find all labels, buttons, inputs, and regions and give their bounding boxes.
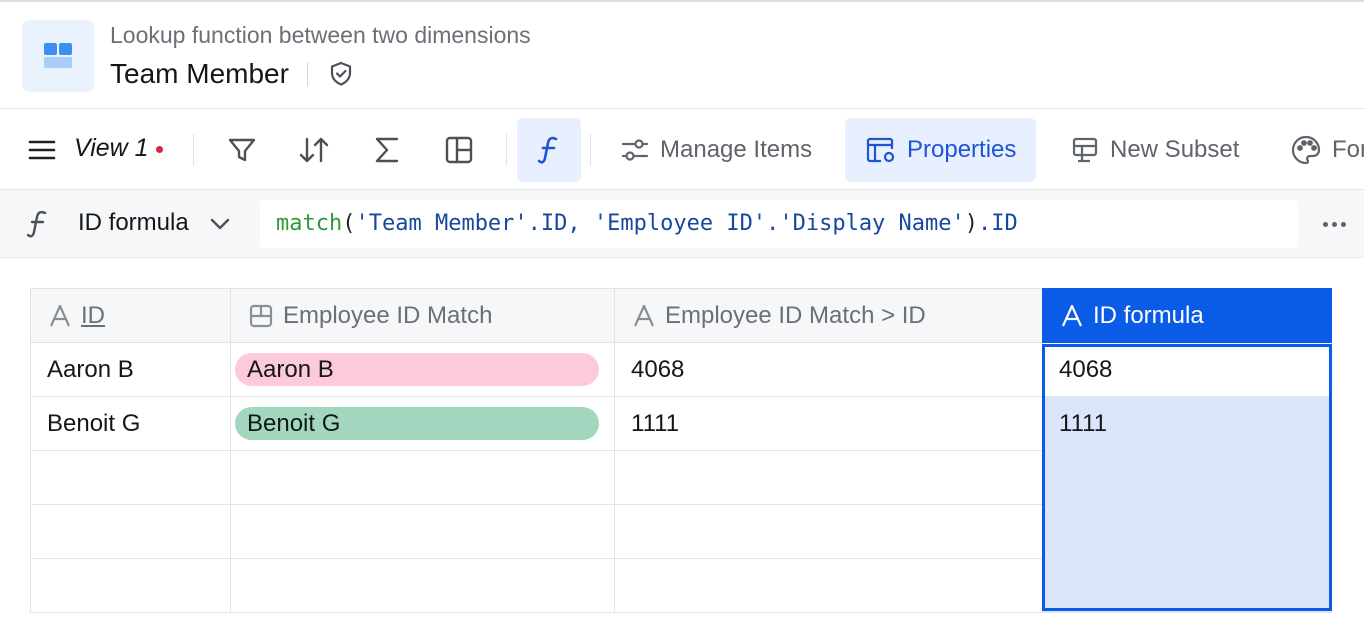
pill-text: Aaron B [247,355,334,383]
function-icon[interactable] [517,118,581,182]
table-cell[interactable] [30,505,230,559]
formula-token: 'Employee ID' [593,211,767,236]
formula-token: match [276,211,343,236]
data-grid: ID Employee ID Match Employee ID Match >… [30,288,1334,613]
table-cell[interactable] [230,559,614,613]
table-cell[interactable] [1042,559,1332,613]
filter-icon[interactable] [216,124,268,176]
table-cell[interactable] [1042,505,1332,559]
cell-text: 4068 [1059,355,1113,383]
shield-icon[interactable] [326,59,356,89]
column-header-id-formula[interactable]: ID formula [1042,288,1332,343]
table-cell[interactable]: Benoit G [30,397,230,451]
formula-token: 'Team Member' [355,211,528,236]
column-header-label: ID formula [1093,301,1204,329]
column-header-id[interactable]: ID [30,288,230,343]
cell-text: Aaron B [47,355,134,383]
table-cell[interactable] [30,559,230,613]
title-row: Team Member [110,56,356,92]
manage-items-button[interactable]: Manage Items [600,118,832,182]
view-selector[interactable]: View 1 [74,134,149,163]
table-cell[interactable] [614,559,1042,613]
formula-input[interactable]: match('Team Member'.ID, 'Employee ID'.'D… [260,200,1298,248]
column-header-label: Employee ID Match > ID [665,301,926,329]
new-subset-label: New Subset [1110,136,1240,163]
table-cell[interactable]: 4068 [614,343,1042,397]
chevron-down-icon[interactable] [208,214,232,239]
table-cell[interactable]: 1111 [1042,397,1332,451]
toolbar-divider [193,134,194,166]
dimension-icon [22,20,94,92]
column-header-employee-id-match-id[interactable]: Employee ID Match > ID [614,288,1042,343]
table-cell[interactable]: 4068 [1042,343,1332,397]
sort-icon[interactable] [288,124,340,176]
table-cell[interactable] [614,505,1042,559]
table-cell[interactable]: Benoit G [230,397,614,451]
toolbar-divider [506,134,507,166]
column-header-label: ID [81,301,105,329]
properties-button[interactable]: Properties [845,118,1037,182]
page-subtitle: Lookup function between two dimensions [110,22,531,48]
table-cell[interactable]: 1111 [614,397,1042,451]
sigma-icon[interactable] [361,124,413,176]
column-header-employee-id-match[interactable]: Employee ID Match [230,288,614,343]
formula-token: . [766,211,780,236]
item-pill: Aaron B [235,353,599,386]
table-cell[interactable]: Aaron B [30,343,230,397]
table-cell[interactable] [30,451,230,505]
function-icon [24,208,52,240]
table-cell[interactable] [614,451,1042,505]
page-title: Team Member [110,58,289,89]
table-cell[interactable]: Aaron B [230,343,614,397]
formula-token: .ID, [527,211,594,236]
table-cell[interactable] [230,505,614,559]
cell-text: 1111 [631,409,680,437]
unsaved-indicator [156,146,163,153]
cell-text: Benoit G [47,409,141,437]
more-icon[interactable] [1318,212,1350,236]
formula-bar: ID formula match('Team Member'.ID, 'Empl… [0,190,1364,258]
layout-icon[interactable] [433,124,485,176]
formula-token: ( [342,211,356,236]
manage-items-label: Manage Items [660,136,813,163]
table-cell[interactable] [230,451,614,505]
cell-text: 1111 [1059,409,1108,437]
formula-property-name[interactable]: ID formula [78,209,189,237]
format-label: For [1332,136,1364,163]
view-toolbar: View 1 Manage Items Properties New Subse… [0,110,1364,190]
item-pill: Benoit G [235,407,599,440]
formula-token: ) [964,211,979,236]
toolbar-divider [590,134,591,166]
title-divider [306,62,308,86]
format-button[interactable]: For [1270,118,1364,182]
cell-text: 4068 [631,355,685,383]
properties-label: Properties [907,136,1017,163]
formula-token: .ID [978,211,1018,236]
hamburger-icon[interactable] [28,138,56,162]
new-subset-button[interactable]: New Subset [1050,118,1259,182]
column-header-label: Employee ID Match [283,301,493,329]
table-cell[interactable] [1042,451,1332,505]
page-header: Lookup function between two dimensions T… [0,4,1364,109]
formula-token: 'Display Name' [779,211,965,236]
pill-text: Benoit G [247,409,341,437]
